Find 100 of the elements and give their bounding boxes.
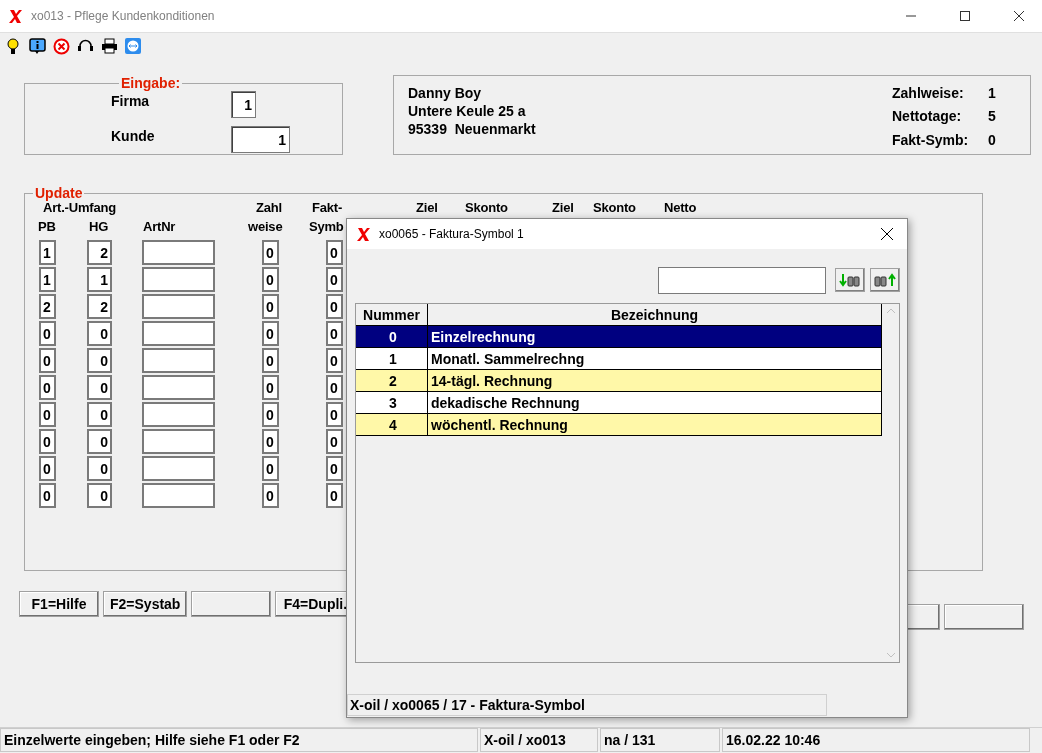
zahlweise-field[interactable]: 0: [262, 483, 279, 508]
fakt-symb-field[interactable]: 0: [326, 483, 343, 508]
cancel-icon[interactable]: [52, 37, 70, 55]
hg-field[interactable]: 0: [87, 348, 112, 373]
zahlweise-field[interactable]: 0: [262, 456, 279, 481]
fakt-symb-field[interactable]: 0: [326, 402, 343, 427]
table-cell: 3: [356, 392, 428, 413]
fakt-symb-field[interactable]: 0: [326, 375, 343, 400]
pb-field[interactable]: 1: [39, 240, 56, 265]
function-key-button[interactable]: [944, 604, 1024, 630]
status-field: X-oil / xo013: [480, 728, 598, 752]
artnr-field[interactable]: [142, 402, 215, 427]
column-header: weise: [248, 218, 283, 236]
artnr-field[interactable]: [142, 456, 215, 481]
search-field[interactable]: [658, 266, 826, 294]
table-cell: Einzelrechnung: [428, 326, 882, 347]
info-value: 1: [988, 84, 997, 103]
column-header: Skonto: [593, 199, 636, 217]
fakt-symb-field[interactable]: 0: [326, 240, 343, 265]
column-header: Netto: [664, 199, 697, 217]
group-legend: Update: [33, 185, 85, 201]
table-row[interactable]: 2 14-tägl. Rechnung: [356, 370, 882, 392]
table-row[interactable]: 4 wöchentl. Rechnung: [356, 414, 882, 436]
hg-field[interactable]: 0: [87, 375, 112, 400]
column-header: Ziel: [552, 199, 574, 217]
function-key-button[interactable]: [191, 591, 272, 617]
artnr-field[interactable]: [142, 321, 215, 346]
fakt-symb-field[interactable]: 0: [326, 456, 343, 481]
column-header: Ziel: [416, 199, 438, 217]
column-header: ArtNr: [143, 218, 176, 236]
fakt-symb-field[interactable]: 0: [326, 429, 343, 454]
dialog-status: X-oil / xo0065 / 17 - Faktura-Symbol: [347, 694, 827, 716]
field-label: Kunde: [111, 127, 156, 146]
table-row[interactable]: 0 Einzelrechnung: [356, 326, 882, 348]
table-cell: wöchentl. Rechnung: [428, 414, 882, 435]
dialog-title: xo0065 - Faktura-Symbol 1: [379, 227, 525, 241]
table-cell: dekadische Rechnung: [428, 392, 882, 413]
function-key-button[interactable]: F2=Systab: [103, 591, 188, 617]
pb-field[interactable]: 0: [39, 456, 56, 481]
info-label: Nettotage:: [892, 107, 963, 127]
pb-field[interactable]: 1: [39, 267, 56, 292]
table-row[interactable]: 1 Monatl. Sammelrechng: [356, 348, 882, 370]
lightbulb-icon[interactable]: [4, 37, 22, 55]
column-header: HG: [89, 218, 109, 236]
pb-field[interactable]: 0: [39, 375, 56, 400]
zahlweise-field[interactable]: 0: [262, 294, 279, 319]
zahlweise-field[interactable]: 0: [262, 402, 279, 427]
group-legend: Eingabe:: [119, 75, 183, 91]
x-logo-icon: [9, 8, 23, 24]
table-cell: 0: [356, 326, 428, 347]
pb-field[interactable]: 0: [39, 429, 56, 454]
address-line: 95339 Neuenmarkt: [408, 120, 536, 138]
artnr-field[interactable]: [142, 267, 215, 292]
column-header: Art.-Umfang: [43, 200, 116, 217]
hg-field[interactable]: 2: [87, 240, 112, 265]
search-up-button[interactable]: [870, 268, 900, 292]
hg-field[interactable]: 0: [87, 321, 112, 346]
hg-field[interactable]: 0: [87, 402, 112, 427]
window-title: xo013 - Pflege Kundenkonditionen: [31, 9, 216, 23]
zahlweise-field[interactable]: 0: [262, 429, 279, 454]
table-row[interactable]: 3 dekadische Rechnung: [356, 392, 882, 414]
artnr-field[interactable]: [142, 348, 215, 373]
pb-field[interactable]: 0: [39, 402, 56, 427]
column-header: Symb: [309, 218, 344, 236]
info-icon[interactable]: [28, 37, 46, 55]
info-value: 0: [988, 130, 997, 150]
fakt-symb-field[interactable]: 0: [326, 294, 343, 319]
artnr-field[interactable]: [142, 240, 215, 265]
pb-field[interactable]: 0: [39, 348, 56, 373]
printer-icon[interactable]: [100, 37, 118, 55]
zahlweise-field[interactable]: 0: [262, 240, 279, 265]
status-field: 16.02.22 10:46: [722, 728, 1030, 752]
input-field[interactable]: 1: [231, 91, 256, 118]
artnr-field[interactable]: [142, 294, 215, 319]
hg-field[interactable]: 1: [87, 267, 112, 292]
hg-field[interactable]: 0: [87, 456, 112, 481]
table-cell: Monatl. Sammelrechng: [428, 348, 882, 369]
column-header: PB: [38, 218, 56, 236]
hg-field[interactable]: 0: [87, 429, 112, 454]
hg-field[interactable]: 2: [87, 294, 112, 319]
pb-field[interactable]: 2: [39, 294, 56, 319]
artnr-field[interactable]: [142, 429, 215, 454]
table-cell: 4: [356, 414, 428, 435]
zahlweise-field[interactable]: 0: [262, 267, 279, 292]
zahlweise-field[interactable]: 0: [262, 348, 279, 373]
remote-support-icon[interactable]: [124, 37, 142, 55]
zahlweise-field[interactable]: 0: [262, 375, 279, 400]
hg-field[interactable]: 0: [87, 483, 112, 508]
artnr-field[interactable]: [142, 483, 215, 508]
function-key-button[interactable]: F1=Hilfe: [19, 591, 99, 617]
input-field[interactable]: 1: [231, 126, 290, 153]
fakt-symb-field[interactable]: 0: [326, 267, 343, 292]
pb-field[interactable]: 0: [39, 321, 56, 346]
pb-field[interactable]: 0: [39, 483, 56, 508]
info-label: Zahlweise:: [892, 84, 965, 103]
fakt-symb-field[interactable]: 0: [326, 321, 343, 346]
artnr-field[interactable]: [142, 375, 215, 400]
fakt-symb-field[interactable]: 0: [326, 348, 343, 373]
zahlweise-field[interactable]: 0: [262, 321, 279, 346]
search-down-button[interactable]: [835, 268, 865, 292]
